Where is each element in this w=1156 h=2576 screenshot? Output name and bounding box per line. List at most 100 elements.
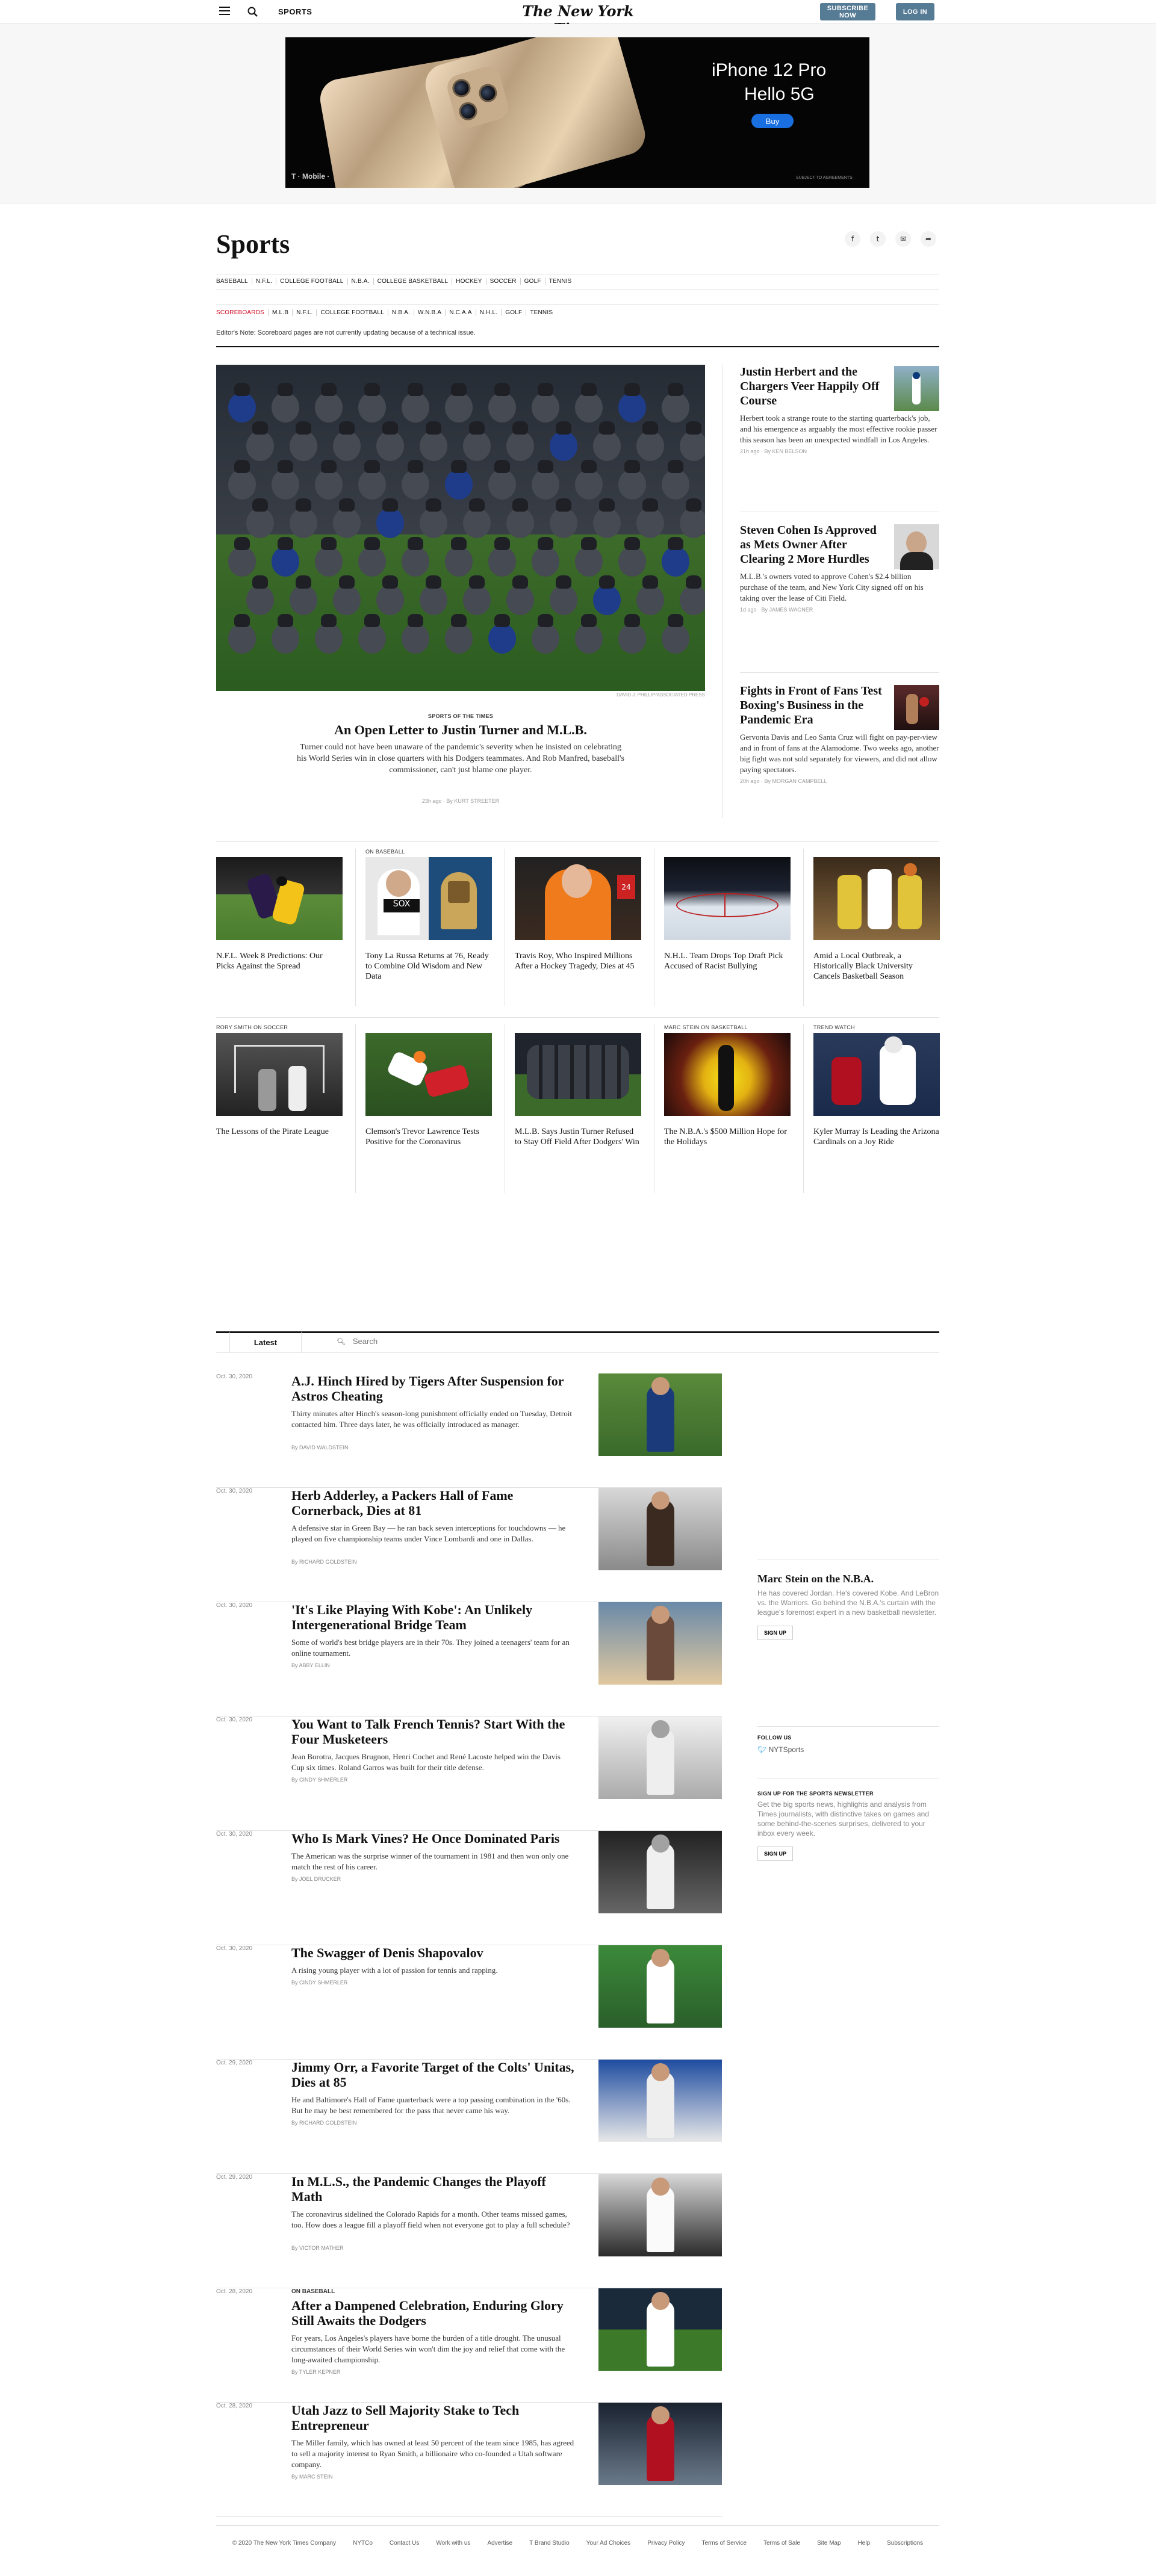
footer-link[interactable]: Contact Us	[390, 2540, 419, 2547]
story-image[interactable]	[598, 1602, 722, 1685]
story-image[interactable]	[598, 1717, 722, 1799]
card-headline[interactable]: M.L.B. Says Justin Turner Refused to Sta…	[515, 1127, 641, 1147]
lead-kicker[interactable]: SPORTS OF THE TIMES	[216, 713, 705, 719]
footer-link[interactable]: Subscriptions	[887, 2540, 923, 2547]
story-image[interactable]	[598, 2060, 722, 2142]
signup-button[interactable]: SIGN UP	[757, 1626, 794, 1640]
side-story[interactable]: Justin Herbert and the Chargers Veer Hap…	[740, 365, 939, 454]
subnav-golf[interactable]: GOLF	[521, 278, 545, 285]
story-card[interactable]: N.H.L. Team Drops Top Draft Pick Accused…	[664, 849, 791, 971]
story-headline[interactable]: Utah Jazz to Sell Majority Stake to Tech…	[291, 2403, 574, 2433]
side-story[interactable]: Steven Cohen Is Approved as Mets Owner A…	[740, 523, 939, 613]
card-headline[interactable]: N.F.L. Week 8 Predictions: Our Picks Aga…	[216, 951, 343, 971]
lead-image[interactable]	[216, 365, 705, 691]
footer-link[interactable]: Advertise	[487, 2540, 512, 2547]
side-headline[interactable]: Fights in Front of Fans Test Boxing's Bu…	[740, 684, 884, 727]
scoreboard-nba[interactable]: N.B.A.	[388, 309, 415, 316]
scoreboards-label[interactable]: SCOREBOARDS	[216, 309, 269, 316]
scoreboard-college-football[interactable]: COLLEGE FOOTBALL	[317, 309, 388, 316]
story-card[interactable]: Amid a Local Outbreak, a Historically Bl…	[813, 849, 940, 982]
lead-headline[interactable]: An Open Letter to Justin Turner and M.L.…	[216, 722, 705, 738]
story-card[interactable]: 24 Travis Roy, Who Inspired Millions Aft…	[515, 849, 641, 971]
card-headline[interactable]: Tony La Russa Returns at 76, Ready to Co…	[365, 951, 492, 982]
search-input[interactable]	[352, 1337, 654, 1346]
footer-link[interactable]: Site Map	[817, 2540, 841, 2547]
scoreboard-ncaa[interactable]: N.C.A.A	[446, 309, 476, 316]
card-headline[interactable]: Travis Roy, Who Inspired Millions After …	[515, 951, 641, 971]
ad-buy-button[interactable]: Buy	[751, 114, 794, 128]
story-card[interactable]: M.L.B. Says Justin Turner Refused to Sta…	[515, 1024, 641, 1147]
latest-story[interactable]: Oct. 28, 2020 Utah Jazz to Sell Majority …	[216, 2403, 722, 2517]
story-headline[interactable]: After a Dampened Celebration, Enduring G…	[291, 2298, 574, 2328]
card-image[interactable]	[813, 1033, 940, 1116]
story-image[interactable]	[598, 2288, 722, 2371]
card-image[interactable]	[515, 1033, 641, 1116]
latest-story[interactable]: Oct. 28, 2020 ON BASEBALL After a Dampened…	[216, 2288, 722, 2403]
story-image[interactable]	[598, 1945, 722, 2028]
story-image[interactable]	[598, 1373, 722, 1456]
side-thumbnail[interactable]	[894, 685, 939, 730]
story-kicker[interactable]: ON BASEBALL	[291, 2288, 335, 2295]
story-headline[interactable]: The Swagger of Denis Shapovalov	[291, 1945, 574, 1960]
footer-link[interactable]: Work with us	[436, 2540, 470, 2547]
latest-story[interactable]: Oct. 30, 2020 You Want to Talk French Ten…	[216, 1717, 722, 1831]
card-image[interactable]: SOX	[365, 857, 492, 940]
subnav-nfl[interactable]: N.F.L.	[252, 278, 277, 285]
story-card[interactable]: MARC STEIN ON BASKETBALL The N.B.A.'s $5…	[664, 1024, 791, 1147]
email-icon[interactable]: ✉	[895, 231, 911, 247]
side-headline[interactable]: Steven Cohen Is Approved as Mets Owner A…	[740, 523, 884, 566]
subnav-hockey[interactable]: HOCKEY	[452, 278, 486, 285]
story-card[interactable]: ON BASEBALL SOX Tony La Russa Returns at…	[365, 849, 492, 982]
story-image[interactable]	[598, 1831, 722, 1913]
card-image[interactable]	[216, 857, 343, 940]
subnav-soccer[interactable]: SOCCER	[486, 278, 521, 285]
twitter-icon[interactable]: t	[870, 231, 886, 247]
rail-title[interactable]: Marc Stein on the N.B.A.	[757, 1573, 939, 1585]
twitter-link[interactable]: 🐦︎ NYTSports	[757, 1745, 939, 1754]
side-story[interactable]: Fights in Front of Fans Test Boxing's Bu…	[740, 684, 939, 784]
story-card[interactable]: N.F.L. Week 8 Predictions: Our Picks Aga…	[216, 849, 343, 971]
scoreboard-mlb[interactable]: M.L.B	[269, 309, 293, 316]
subnav-nba[interactable]: N.B.A.	[348, 278, 374, 285]
share-icon[interactable]: ➦	[921, 231, 936, 247]
footer-link[interactable]: Privacy Policy	[647, 2540, 685, 2547]
story-headline[interactable]: Herb Adderley, a Packers Hall of Fame Co…	[291, 1488, 574, 1518]
card-image[interactable]	[216, 1033, 343, 1116]
story-card[interactable]: Clemson's Trevor Lawrence Tests Positive…	[365, 1024, 492, 1147]
latest-story[interactable]: Oct. 30, 2020 Herb Adderley, a Packers Ha…	[216, 1488, 722, 1602]
login-button[interactable]: LOG IN	[896, 3, 934, 20]
scoreboard-nfl[interactable]: N.F.L.	[293, 309, 317, 316]
scoreboard-wnba[interactable]: W.N.B.A	[414, 309, 446, 316]
story-headline[interactable]: In M.L.S., the Pandemic Changes the Play…	[291, 2174, 574, 2204]
scoreboard-tennis[interactable]: TENNIS	[526, 309, 556, 316]
twitter-handle[interactable]: NYTSports	[769, 1745, 804, 1754]
card-image[interactable]	[664, 857, 791, 940]
story-image[interactable]	[598, 2403, 722, 2485]
subnav-baseball[interactable]: BASEBALL	[216, 278, 252, 285]
scoreboard-golf[interactable]: GOLF	[502, 309, 527, 316]
menu-icon[interactable]	[219, 7, 230, 15]
card-image[interactable]: 24	[515, 857, 641, 940]
side-headline[interactable]: Justin Herbert and the Chargers Veer Hap…	[740, 365, 884, 408]
story-card[interactable]: TREND WATCH Kyler Murray Is Leading the …	[813, 1024, 940, 1147]
latest-story[interactable]: Oct. 30, 2020 Who Is Mark Vines? He Once …	[216, 1831, 722, 1945]
subnav-college-basketball[interactable]: COLLEGE BASKETBALL	[374, 278, 453, 285]
subnav-college-football[interactable]: COLLEGE FOOTBALL	[276, 278, 348, 285]
footer-link[interactable]: Terms of Service	[701, 2540, 746, 2547]
story-image[interactable]	[598, 1488, 722, 1570]
story-headline[interactable]: Jimmy Orr, a Favorite Target of the Colt…	[291, 2060, 574, 2090]
footer-link[interactable]: Help	[858, 2540, 871, 2547]
card-image[interactable]	[813, 857, 940, 940]
card-headline[interactable]: Amid a Local Outbreak, a Historically Bl…	[813, 951, 940, 982]
latest-search[interactable]: 🔍︎	[337, 1337, 698, 1350]
iphone-ad[interactable]: iPhone 12 Pro Hello 5G Buy T · Mobile · …	[285, 37, 869, 188]
latest-story[interactable]: Oct. 30, 2020 'It's Like Playing With Kob…	[216, 1602, 722, 1717]
search-icon[interactable]	[247, 6, 259, 18]
card-headline[interactable]: The Lessons of the Pirate League	[216, 1127, 343, 1137]
subnav-tennis[interactable]: TENNIS	[545, 278, 576, 285]
tab-latest[interactable]: Latest	[229, 1331, 302, 1353]
story-card[interactable]: RORY SMITH ON SOCCER The Lessons of the …	[216, 1024, 343, 1137]
card-headline[interactable]: N.H.L. Team Drops Top Draft Pick Accused…	[664, 951, 791, 971]
latest-story[interactable]: Oct. 29, 2020 Jimmy Orr, a Favorite Targe…	[216, 2060, 722, 2174]
latest-story[interactable]: Oct. 30, 2020 The Swagger of Denis Shapov…	[216, 1945, 722, 2060]
